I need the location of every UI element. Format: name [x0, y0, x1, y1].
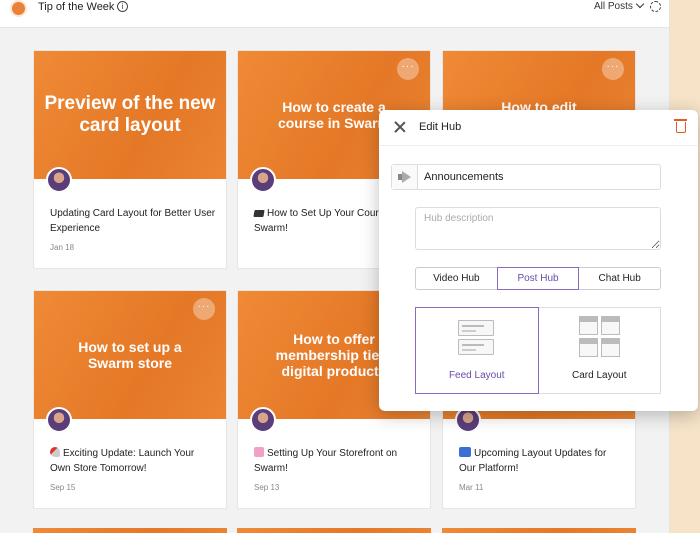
- banner-text: How to set up a Swarm store: [78, 338, 182, 371]
- shopping-bags-icon: [254, 447, 264, 457]
- trash-icon[interactable]: [674, 119, 687, 133]
- hub-name-field: [391, 164, 661, 190]
- dialog-title: Edit Hub: [419, 121, 462, 133]
- feed-layout-icon: [458, 320, 494, 356]
- card-title-text: How to Set Up Your Course in Swarm!: [254, 208, 400, 234]
- card-layout-icon: [578, 316, 621, 358]
- post-filter-dropdown[interactable]: All Posts: [594, 0, 645, 12]
- hub-avatar-icon: [10, 0, 27, 17]
- post-card[interactable]: [33, 528, 227, 533]
- author-avatar[interactable]: [46, 407, 72, 433]
- hub-icon-picker[interactable]: [392, 165, 418, 189]
- more-options-icon[interactable]: ···: [602, 58, 624, 80]
- hub-header: Tip of the Week i All Posts: [0, 0, 669, 28]
- megaphone-icon: [398, 171, 412, 183]
- hub-title: Tip of the Week: [38, 1, 115, 13]
- card-banner: [237, 528, 431, 533]
- rocket-icon: [50, 447, 60, 457]
- post-card[interactable]: [442, 528, 636, 533]
- card-title-text: Exciting Update: Launch Your Own Store T…: [50, 448, 195, 474]
- card-title-text: Upcoming Layout Updates for Our Platform…: [459, 448, 607, 474]
- card-date: Jan 18: [50, 243, 75, 252]
- post-card[interactable]: How to set up a Swarm store ··· Exciting…: [33, 290, 227, 509]
- post-card[interactable]: Preview of the new card layout Updating …: [33, 50, 227, 269]
- chevron-down-icon: [635, 0, 645, 9]
- author-avatar[interactable]: [250, 167, 276, 193]
- tab-chat-hub[interactable]: Chat Hub: [578, 267, 662, 290]
- more-options-icon[interactable]: ···: [397, 58, 419, 80]
- close-icon[interactable]: [394, 121, 406, 133]
- gear-icon[interactable]: [650, 1, 661, 12]
- more-options-icon[interactable]: ···: [193, 298, 215, 320]
- card-title-text: Setting Up Your Storefront on Swarm!: [254, 448, 398, 474]
- author-avatar[interactable]: [250, 407, 276, 433]
- graduation-cap-icon: [253, 210, 265, 217]
- card-banner: Preview of the new card layout: [34, 51, 226, 179]
- feed-layout-option[interactable]: Feed Layout: [415, 307, 539, 394]
- info-icon[interactable]: i: [117, 1, 128, 12]
- layout-selector: Feed Layout Card Layout: [415, 307, 661, 394]
- dialog-header: Edit Hub: [379, 110, 698, 146]
- hub-description-input[interactable]: [415, 207, 661, 250]
- card-date: Mar 11: [459, 483, 484, 492]
- new-badge-icon: [459, 447, 471, 457]
- card-date: Sep 15: [50, 483, 76, 492]
- card-layout-option[interactable]: Card Layout: [537, 307, 661, 394]
- card-banner: [442, 528, 636, 533]
- hub-name-input[interactable]: [424, 165, 654, 189]
- card-title[interactable]: Upcoming Layout Updates for Our Platform…: [459, 446, 625, 476]
- post-filter-label: All Posts: [594, 1, 633, 12]
- card-date: Sep 13: [254, 483, 280, 492]
- edit-hub-dialog: Edit Hub Video Hub Post Hub Chat Hub Fee…: [379, 110, 698, 411]
- card-title[interactable]: Updating Card Layout for Better User Exp…: [50, 206, 216, 236]
- feed-layout-label: Feed Layout: [448, 370, 505, 381]
- tab-post-hub[interactable]: Post Hub: [496, 267, 580, 290]
- card-banner: [33, 528, 227, 533]
- card-title[interactable]: Setting Up Your Storefront on Swarm!: [254, 446, 420, 476]
- card-title[interactable]: Exciting Update: Launch Your Own Store T…: [50, 446, 216, 476]
- hub-type-selector: Video Hub Post Hub Chat Hub: [415, 267, 662, 290]
- card-banner: How to set up a Swarm store ···: [34, 291, 226, 419]
- tab-video-hub[interactable]: Video Hub: [415, 267, 498, 290]
- author-avatar[interactable]: [46, 167, 72, 193]
- banner-text: Preview of the new card layout: [44, 93, 216, 136]
- card-layout-label: Card Layout: [572, 370, 627, 381]
- post-card[interactable]: [237, 528, 431, 533]
